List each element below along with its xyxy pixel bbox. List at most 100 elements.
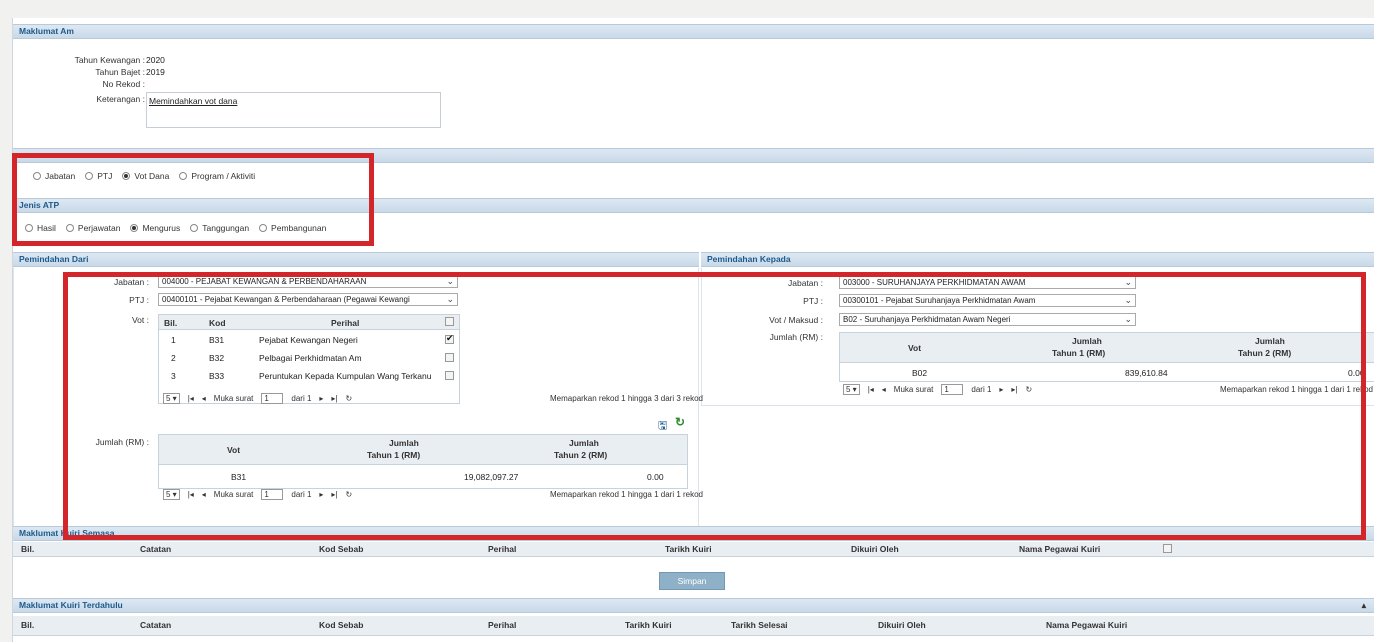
dari-jumlah-label: Jumlah (RM) :	[95, 437, 149, 447]
section-pemindahan-dari-header: Pemindahan Dari	[13, 252, 699, 267]
kepada-vot-select[interactable]: B02 - Suruhanjaya Perkhidmatan Awam Nege…	[839, 313, 1136, 326]
radio-mengurus-label: Mengurus	[142, 223, 181, 233]
kepada-jumlah-header: Vot Jumlah Tahun 1 (RM) Jumlah Tahun 2 (…	[840, 333, 1374, 363]
first-page-icon[interactable]: |◂	[188, 394, 194, 403]
dari-jabatan-label: Jabatan :	[114, 277, 149, 287]
refresh-icon[interactable]: ↻	[1026, 385, 1033, 394]
last-page-icon[interactable]: ▸|	[1011, 385, 1017, 394]
kepada-ptj-value: 00300101 - Pejabat Suruhanjaya Perkhidma…	[843, 296, 1036, 305]
select-all-checkbox[interactable]	[1163, 544, 1172, 553]
dari-vot-grid-header: Bil. Kod Perihal	[159, 315, 459, 330]
prev-page-icon[interactable]: ◂	[882, 385, 886, 394]
page-input[interactable]: 1	[261, 393, 284, 404]
dari-ptj-label: PTJ :	[129, 295, 149, 305]
kepada-jabatan-select[interactable]: 003000 - SURUHANJAYA PERKHIDMATAN AWAM ⌄	[839, 276, 1136, 289]
col-perihal: Perihal	[488, 620, 517, 630]
page-total: dari 1	[291, 490, 312, 499]
radio-jabatan[interactable]	[33, 172, 41, 180]
row-checkbox[interactable]	[445, 371, 454, 380]
kepada-ptj-select[interactable]: 00300101 - Pejabat Suruhanjaya Perkhidma…	[839, 294, 1136, 307]
kepada-ptj-label: PTJ :	[803, 296, 823, 306]
chevron-down-icon: ⌄	[1124, 277, 1132, 287]
col-tahun1: Tahun 1 (RM)	[367, 450, 421, 460]
chevron-down-icon: ⌄	[1124, 295, 1132, 305]
dari-jabatan-select[interactable]: 004000 - PEJABAT KEWANGAN & PERBENDAHARA…	[158, 275, 458, 288]
kuiri-semasa-header-row: Bil. Catatan Kod Sebab Perihal Tarikh Ku…	[13, 542, 1374, 557]
refresh-icon[interactable]: ↻	[346, 394, 353, 403]
radio-vot-dana[interactable]	[122, 172, 131, 180]
col-tarikh-kuiri: Tarikh Kuiri	[665, 544, 712, 554]
next-page-icon[interactable]: ▸	[999, 385, 1003, 394]
row-vot: B31	[231, 472, 247, 482]
section-pemindahan-kepada-header: Pemindahan Kepada	[701, 252, 1374, 267]
radio-mengurus[interactable]	[130, 224, 139, 232]
pager-status: Memaparkan rekod 1 hingga 1 dari 1 rekod	[550, 490, 703, 499]
row-kod: B32	[209, 353, 225, 363]
row-checkbox[interactable]	[445, 333, 454, 344]
radio-pembangunan[interactable]	[259, 224, 268, 232]
kepada-jumlah-pager: 5 ▾ |◂ ◂ Muka surat 1 dari 1 ▸ ▸| ↻ Mema…	[843, 384, 1373, 395]
page-size-select[interactable]: 5 ▾	[843, 384, 860, 395]
col-dikuiri-oleh: Dikuiri Oleh	[851, 544, 899, 554]
muka-surat-label: Muka surat	[893, 385, 934, 394]
col-jumlah-t2: Jumlah	[569, 438, 599, 448]
last-page-icon[interactable]: ▸|	[331, 490, 337, 499]
first-page-icon[interactable]: |◂	[188, 490, 194, 499]
next-page-icon[interactable]: ▸	[319, 490, 323, 499]
pager-status: Memaparkan rekod 1 hingga 3 dari 3 rekod	[550, 394, 703, 403]
radio-ptj[interactable]	[85, 172, 94, 180]
section-kuiri-terdahulu-header: Maklumat Kuiri Terdahulu ▴	[13, 598, 1374, 613]
radio-hasil-label: Hasil	[37, 223, 56, 233]
page-total: dari 1	[291, 394, 312, 403]
simpan-button[interactable]: Simpan	[659, 572, 725, 590]
collapse-icon[interactable]: ▴	[1362, 599, 1366, 612]
refresh-icon[interactable]: ↻	[346, 490, 353, 499]
kepada-jabatan-value: 003000 - SURUHANJAYA PERKHIDMATAN AWAM	[843, 278, 1026, 287]
radio-tanggungan-label: Tanggungan	[202, 223, 250, 233]
form-page: Maklumat Am Tahun Kewangan : 2020 Tahun …	[12, 18, 1374, 642]
radio-hasil[interactable]	[25, 224, 33, 232]
select-all-checkbox[interactable]	[445, 317, 454, 326]
col-bil: Bil.	[21, 620, 35, 630]
chevron-down-icon: ⌄	[1124, 314, 1132, 324]
first-page-icon[interactable]: |◂	[868, 385, 874, 394]
row-checkbox[interactable]	[445, 353, 454, 362]
dari-ptj-select[interactable]: 00400101 - Pejabat Kewangan & Perbendaha…	[158, 293, 458, 306]
no-rekod-label: No Rekod :	[102, 79, 145, 89]
chevron-down-icon: ⌄	[446, 276, 454, 286]
radio-perjawatan[interactable]	[65, 224, 74, 232]
row-perihal: Pelbagai Perkhidmatan Am	[259, 353, 362, 363]
row-tahun2: 0.00	[647, 472, 664, 482]
col-bil: Bil.	[164, 318, 178, 328]
col-bil: Bil.	[21, 544, 35, 554]
refresh-green-icon[interactable]: ↻	[675, 415, 685, 429]
prev-page-icon[interactable]: ◂	[202, 394, 206, 403]
kuiri-terdahulu-title: Maklumat Kuiri Terdahulu	[19, 600, 123, 610]
keterangan-textarea[interactable]: Memindahkan vot dana	[146, 92, 441, 128]
col-jumlah-t1: Jumlah	[389, 438, 419, 448]
radio-vot-dana-label: Vot Dana	[134, 171, 170, 181]
page-size-select[interactable]: 5 ▾	[163, 393, 180, 404]
row-perihal: Peruntukan Kepada Kumpulan Wang Terkanu	[259, 371, 432, 381]
prev-page-icon[interactable]: ◂	[202, 490, 206, 499]
col-catatan: Catatan	[140, 620, 172, 630]
muka-surat-label: Muka surat	[213, 490, 254, 499]
col-catatan: Catatan	[140, 544, 172, 554]
row-tahun2: 0.00	[1348, 368, 1365, 378]
col-tarikh-kuiri: Tarikh Kuiri	[625, 620, 672, 630]
page-size-select[interactable]: 5 ▾	[163, 489, 180, 500]
chevron-down-icon: ⌄	[446, 294, 454, 304]
dari-vot-grid: Bil. Kod Perihal 1 B31 Pejabat Kewangan …	[158, 314, 460, 404]
last-page-icon[interactable]: ▸|	[331, 394, 337, 403]
radio-tanggungan[interactable]	[190, 224, 199, 232]
col-kod-sebab: Kod Sebab	[319, 620, 364, 630]
radio-program-aktiviti[interactable]	[179, 172, 188, 180]
radio-pembangunan-label: Pembangunan	[271, 223, 327, 233]
dari-jumlah-grid: Vot Jumlah Tahun 1 (RM) Jumlah Tahun 2 (…	[158, 434, 688, 489]
dari-vot-pager: 5 ▾ |◂ ◂ Muka surat 1 dari 1 ▸ ▸| ↻ Mema…	[163, 393, 703, 404]
next-page-icon[interactable]: ▸	[319, 394, 323, 403]
tahun-bajet-label: Tahun Bajet :	[95, 67, 145, 77]
page-input[interactable]: 1	[261, 489, 284, 500]
page-input[interactable]: 1	[941, 384, 964, 395]
row-bil: 1	[171, 335, 176, 345]
